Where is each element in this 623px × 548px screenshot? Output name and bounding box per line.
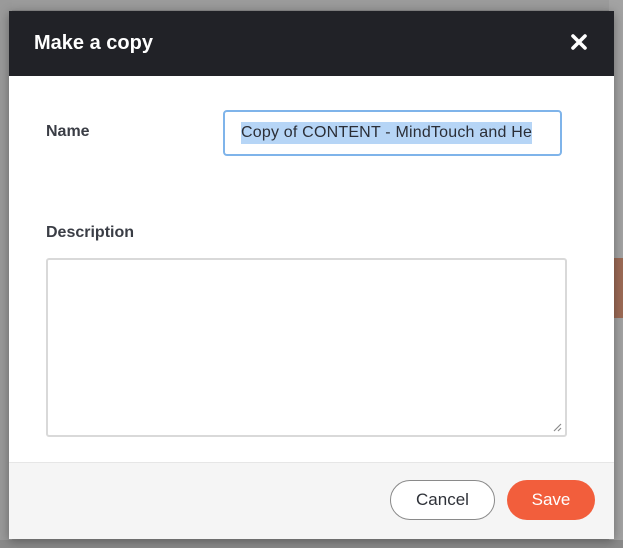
resize-grip-icon[interactable] xyxy=(552,422,562,432)
description-label: Description xyxy=(46,224,135,241)
name-input[interactable]: Copy of CONTENT - MindTouch and He xyxy=(223,110,562,156)
save-button[interactable]: Save xyxy=(507,480,595,520)
name-input-value: Copy of CONTENT - MindTouch and He xyxy=(241,122,533,144)
dialog-header: Make a copy xyxy=(9,11,614,76)
dialog-footer: Cancel Save xyxy=(9,462,614,539)
dialog-title: Make a copy xyxy=(34,32,153,54)
make-copy-dialog: Make a copy Name Copy of CONTENT - MindT… xyxy=(9,11,614,539)
close-icon xyxy=(571,34,587,50)
close-button[interactable] xyxy=(568,31,590,53)
description-textarea[interactable] xyxy=(46,258,567,437)
background-page-bottom xyxy=(0,540,623,548)
background-page xyxy=(0,0,623,10)
name-label: Name xyxy=(46,123,90,140)
cancel-button[interactable]: Cancel xyxy=(390,480,495,520)
